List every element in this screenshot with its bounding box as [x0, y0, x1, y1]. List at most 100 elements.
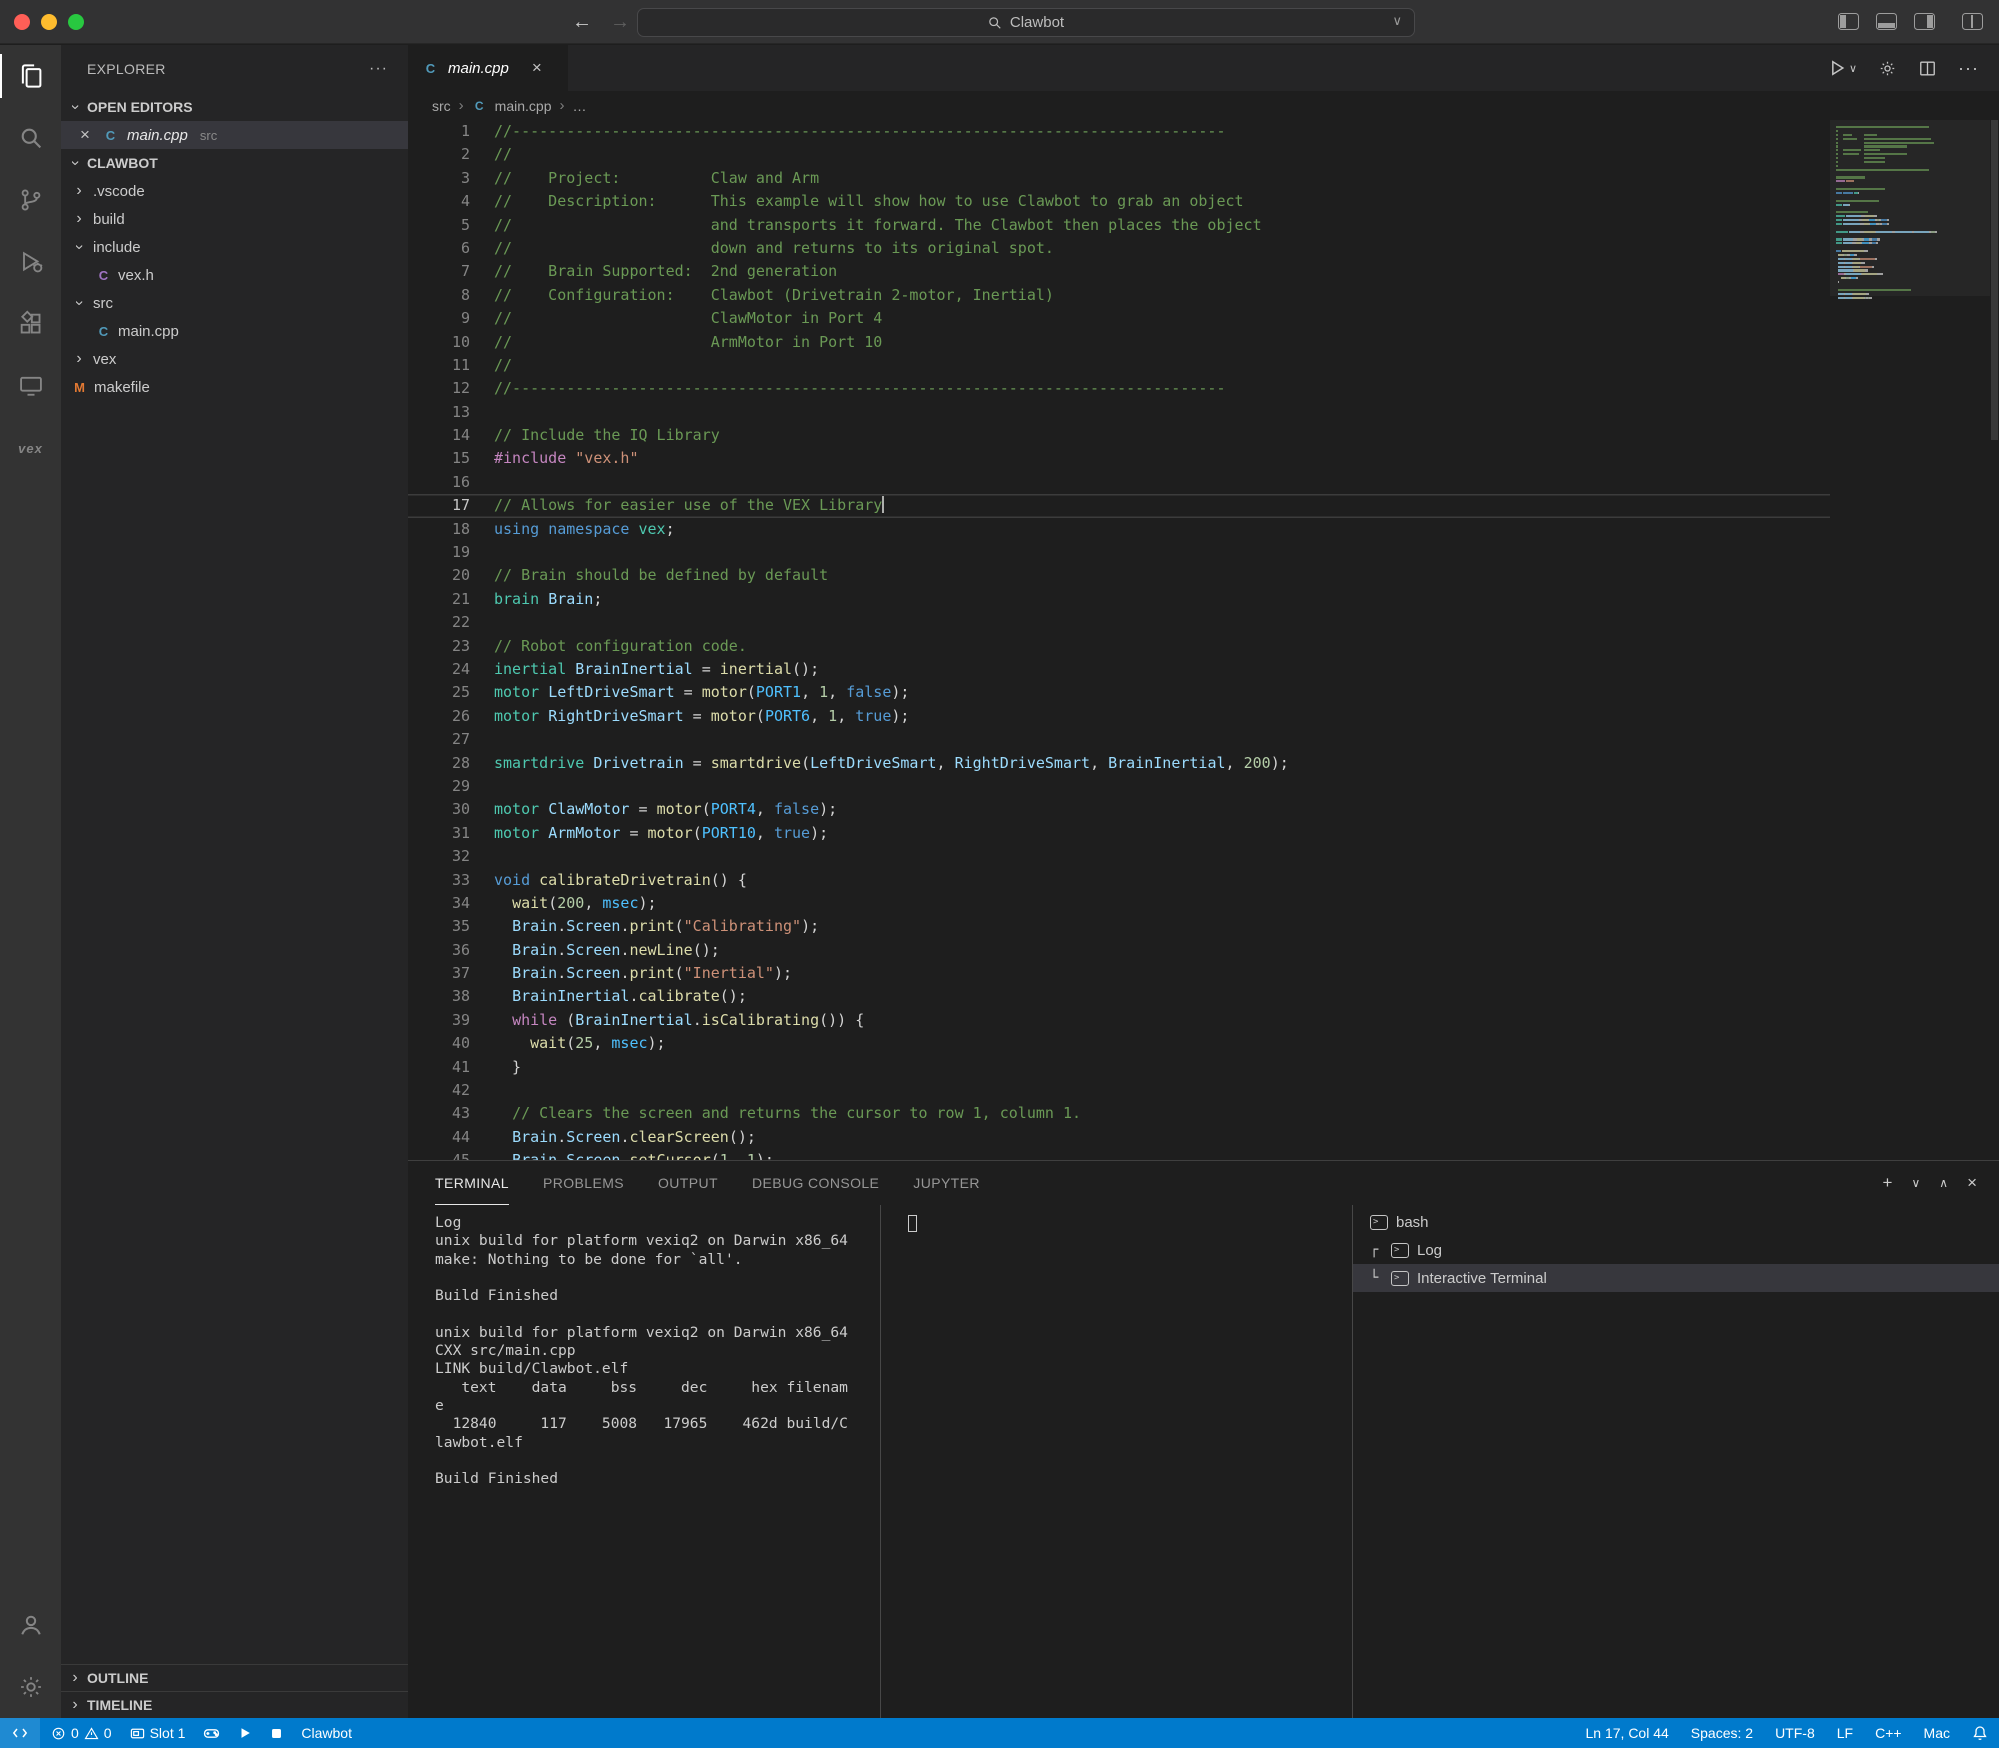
code-line-19[interactable]: 19 [408, 541, 1830, 564]
code-line-3[interactable]: 3// Project: Claw and Arm [408, 167, 1830, 190]
eol-status[interactable]: LF [1826, 1718, 1864, 1748]
code-line-41[interactable]: 41 } [408, 1056, 1830, 1079]
code-line-4[interactable]: 4// Description: This example will show … [408, 190, 1830, 213]
code-line-20[interactable]: 20// Brain should be defined by default [408, 564, 1830, 587]
remote-explorer-icon[interactable] [0, 355, 61, 417]
code-line-35[interactable]: 35 Brain.Screen.print("Calibrating"); [408, 915, 1830, 938]
code-line-23[interactable]: 23// Robot configuration code. [408, 635, 1830, 658]
code-line-38[interactable]: 38 BrainInertial.calibrate(); [408, 985, 1830, 1008]
minimap[interactable] [1830, 120, 1990, 1160]
cursor-position-status[interactable]: Ln 17, Col 44 [1575, 1718, 1680, 1748]
close-icon[interactable]: × [80, 125, 94, 145]
terminal-list-item-log[interactable]: ┌ > Log [1353, 1236, 1999, 1264]
code-line-43[interactable]: 43 // Clears the screen and returns the … [408, 1102, 1830, 1125]
settings-gear-icon[interactable] [0, 1656, 61, 1718]
tree-item-main-cpp[interactable]: Cmain.cpp [61, 317, 408, 345]
breadcrumb-item[interactable]: main.cpp [495, 98, 552, 114]
code-line-21[interactable]: 21 brain Brain; [408, 588, 1830, 611]
tree-item--vscode[interactable]: › .vscode [61, 177, 408, 205]
code-line-27[interactable]: 27 [408, 728, 1830, 751]
code-line-42[interactable]: 42 [408, 1079, 1830, 1102]
code-line-14[interactable]: 14// Include the IQ Library [408, 424, 1830, 447]
code-line-37[interactable]: 37 Brain.Screen.print("Inertial"); [408, 962, 1830, 985]
code-line-10[interactable]: 10// ArmMotor in Port 10 [408, 331, 1830, 354]
code-line-26[interactable]: 26 motor RightDriveSmart = motor(PORT6, 1… [408, 705, 1830, 728]
code-line-29[interactable]: 29 [408, 775, 1830, 798]
editor-settings-gear-icon[interactable] [1878, 59, 1897, 78]
code-line-5[interactable]: 5// and transports it forward. The Clawb… [408, 214, 1830, 237]
run-file-button[interactable]: ∨ [1827, 58, 1857, 78]
code-line-6[interactable]: 6// down and returns to its original spo… [408, 237, 1830, 260]
tree-item-makefile[interactable]: Mmakefile [61, 373, 408, 401]
remote-indicator[interactable] [0, 1718, 40, 1748]
run-project-button[interactable] [229, 1718, 261, 1748]
indentation-status[interactable]: Spaces: 2 [1680, 1718, 1764, 1748]
code-line-45[interactable]: 45 Brain.Screen.setCursor(1, 1); [408, 1149, 1830, 1160]
account-icon[interactable] [0, 1594, 61, 1656]
code-line-16[interactable]: 16 [408, 471, 1830, 494]
timeline-section-header[interactable]: › TIMELINE [61, 1691, 408, 1718]
vex-extension-icon[interactable]: vex [0, 417, 61, 479]
tree-item-vex[interactable]: › vex [61, 345, 408, 373]
terminal-output[interactable]: Log unix build for platform vexiq2 on Dar… [408, 1205, 880, 1718]
tree-item-build[interactable]: › build [61, 205, 408, 233]
search-icon[interactable] [0, 107, 61, 169]
encoding-status[interactable]: UTF-8 [1764, 1718, 1826, 1748]
terminal-list-item-interactive-terminal[interactable]: └ > Interactive Terminal [1353, 1264, 1999, 1292]
tab-main-cpp[interactable]: C main.cpp × [408, 45, 568, 91]
code-line-30[interactable]: 30 motor ClawMotor = motor(PORT4, false); [408, 798, 1830, 821]
close-window-button[interactable] [14, 14, 30, 30]
problems-status[interactable]: 0 0 [42, 1718, 121, 1748]
navigate-forward-button[interactable]: → [610, 11, 630, 34]
source-control-icon[interactable] [0, 169, 61, 231]
breadcrumb-item[interactable]: src [432, 98, 451, 114]
project-name-status[interactable]: Clawbot [292, 1718, 361, 1748]
more-actions-icon[interactable]: ··· [369, 60, 388, 78]
panel-tab-terminal[interactable]: TERMINAL [435, 1161, 509, 1205]
terminal-dropdown-icon[interactable]: ∨ [1911, 1176, 1920, 1190]
interactive-terminal-pane[interactable] [880, 1205, 1352, 1718]
outline-section-header[interactable]: › OUTLINE [61, 1664, 408, 1691]
vex-slot-button[interactable]: Slot 1 [121, 1718, 195, 1748]
code-line-12[interactable]: 12//------------------------------------… [408, 377, 1830, 400]
breadcrumb-item[interactable]: … [572, 98, 586, 114]
more-actions-icon[interactable]: ··· [1958, 58, 1979, 79]
code-line-15[interactable]: 15 #include "vex.h" [408, 447, 1830, 470]
run-debug-icon[interactable] [0, 231, 61, 293]
extensions-icon[interactable] [0, 293, 61, 355]
code-line-44[interactable]: 44 Brain.Screen.clearScreen(); [408, 1126, 1830, 1149]
panel-tab-problems[interactable]: PROBLEMS [543, 1161, 624, 1205]
code-line-13[interactable]: 13 [408, 401, 1830, 424]
code-line-18[interactable]: 18 using namespace vex; [408, 518, 1830, 541]
chevron-down-icon[interactable]: ∨ [1392, 13, 1402, 29]
code-line-17[interactable]: 17// Allows for easier use of the VEX Li… [408, 494, 1830, 517]
maximize-panel-icon[interactable]: ∧ [1939, 1176, 1948, 1190]
code-line-36[interactable]: 36 Brain.Screen.newLine(); [408, 939, 1830, 962]
open-editors-header[interactable]: › OPEN EDITORS [61, 93, 408, 121]
code-line-1[interactable]: 1//-------------------------------------… [408, 120, 1830, 143]
panel-tab-output[interactable]: OUTPUT [658, 1161, 718, 1205]
code-line-34[interactable]: 34 wait(200, msec); [408, 892, 1830, 915]
code-line-11[interactable]: 11// [408, 354, 1830, 377]
toggle-secondary-sidebar-button[interactable] [1914, 13, 1935, 30]
open-editor-item-main-cpp[interactable]: × C main.cpp src [61, 121, 408, 149]
stop-button[interactable] [261, 1718, 292, 1748]
terminal-list-item-bash[interactable]: > bash [1353, 1208, 1999, 1236]
workspace-root-header[interactable]: › CLAWBOT [61, 149, 408, 177]
tree-item-src[interactable]: › src [61, 289, 408, 317]
tree-item-vex-h[interactable]: Cvex.h [61, 261, 408, 289]
code-line-39[interactable]: 39 while (BrainInertial.isCalibrating())… [408, 1009, 1830, 1032]
code-line-40[interactable]: 40 wait(25, msec); [408, 1032, 1830, 1055]
toggle-primary-sidebar-button[interactable] [1838, 13, 1859, 30]
customize-layout-button[interactable] [1962, 13, 1983, 30]
code-line-25[interactable]: 25 motor LeftDriveSmart = motor(PORT1, 1,… [408, 681, 1830, 704]
platform-status[interactable]: Mac [1913, 1718, 1961, 1748]
toggle-panel-button[interactable] [1876, 13, 1897, 30]
notifications-bell-icon[interactable] [1961, 1718, 1999, 1748]
code-line-28[interactable]: 28 smartdrive Drivetrain = smartdrive(Lef… [408, 752, 1830, 775]
close-icon[interactable]: × [532, 58, 542, 78]
language-mode-status[interactable]: C++ [1864, 1718, 1912, 1748]
code-line-8[interactable]: 8// Configuration: Clawbot (Drivetrain 2… [408, 284, 1830, 307]
tree-item-include[interactable]: › include [61, 233, 408, 261]
code-line-7[interactable]: 7// Brain Supported: 2nd generation [408, 260, 1830, 283]
